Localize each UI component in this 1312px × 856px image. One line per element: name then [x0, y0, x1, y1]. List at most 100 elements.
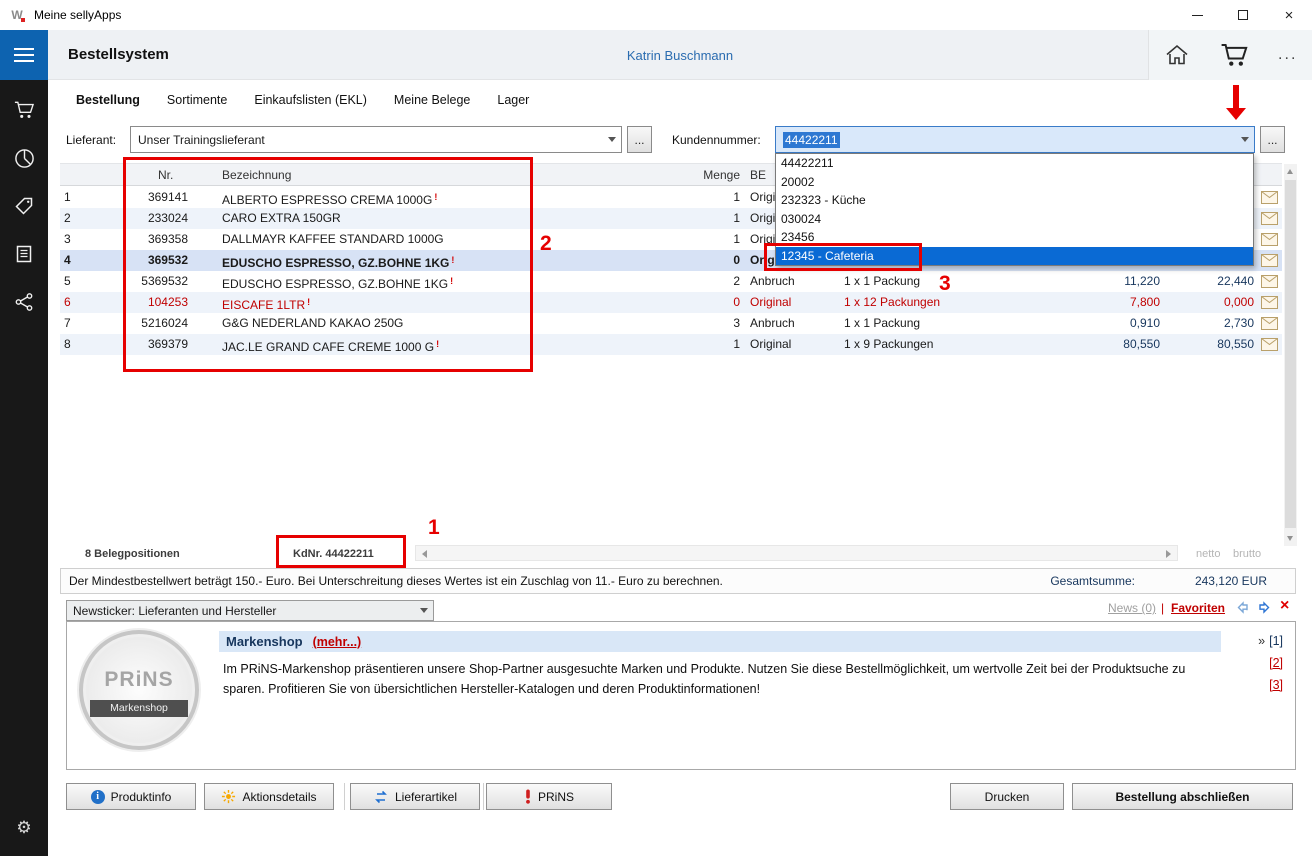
lieferant-more-button[interactable]: ... — [627, 126, 652, 153]
hamburger-menu-icon[interactable] — [0, 30, 48, 80]
table-horizontal-scrollbar[interactable] — [415, 545, 1178, 561]
window-title: Meine sellyApps — [34, 8, 121, 22]
tab-einkaufslisten[interactable]: Einkaufslisten (EKL) — [254, 93, 367, 107]
minimize-button[interactable] — [1174, 0, 1220, 30]
menge-value[interactable]: 1 — [682, 187, 746, 208]
prins-logo-ribbon: Markenshop — [90, 700, 188, 717]
mail-cell[interactable] — [1256, 271, 1282, 292]
mail-cell[interactable] — [1256, 292, 1282, 313]
artikel-nr: 5369532 — [124, 271, 212, 292]
maximize-button[interactable] — [1220, 0, 1266, 30]
dropdown-option[interactable]: 030024 — [776, 210, 1253, 229]
newsticker-combobox[interactable]: Newsticker: Lieferanten und Hersteller — [66, 600, 434, 621]
mail-cell[interactable] — [1256, 229, 1282, 250]
artikel-nr: 369379 — [124, 334, 212, 355]
lieferant-combobox[interactable]: Unser Trainingslieferant — [130, 126, 622, 153]
artikel-bezeichnung: EISCAFE 1LTR! — [212, 292, 592, 313]
lieferant-value: Unser Trainingslieferant — [138, 133, 265, 147]
mindestbestellwert-hint: Der Mindestbestellwert beträgt 150.- Eur… — [61, 574, 723, 588]
menge-value[interactable]: 1 — [682, 208, 746, 229]
dropdown-option[interactable]: 232323 - Küche — [776, 191, 1253, 210]
column-header-bezeichnung[interactable]: Bezeichnung — [212, 164, 592, 185]
dropdown-option[interactable]: 44422211 — [776, 154, 1253, 173]
previous-arrow-icon[interactable] — [1234, 599, 1251, 616]
header-cart-icon[interactable] — [1219, 42, 1249, 68]
sidebar-item-statistics[interactable] — [0, 136, 48, 180]
menge-value[interactable]: 0 — [682, 250, 746, 271]
table-row[interactable]: 7 5216024 G&G NEDERLAND KAKAO 250G 3 Anb… — [60, 313, 1282, 334]
kundennummer-combobox[interactable]: 44422211 — [775, 126, 1255, 153]
chevron-down-icon[interactable] — [415, 608, 433, 613]
dropdown-option[interactable]: 23456 — [776, 228, 1253, 247]
link-separator: | — [1161, 601, 1164, 615]
dropdown-option-selected[interactable]: 12345 - Cafeteria — [776, 247, 1253, 266]
chevron-down-icon[interactable] — [603, 137, 621, 142]
lieferartikel-button[interactable]: Lieferartikel — [350, 783, 480, 810]
produktinfo-button[interactable]: i Produktinfo — [66, 783, 196, 810]
mail-cell[interactable] — [1256, 334, 1282, 355]
news-pager: »[1] [2] [3] — [1258, 634, 1283, 700]
mail-cell[interactable] — [1256, 208, 1282, 229]
menge-value[interactable]: 0 — [682, 292, 746, 313]
news-more-link[interactable]: (mehr...) — [313, 635, 362, 649]
sidebar-item-cart[interactable] — [0, 88, 48, 132]
brutto-label[interactable]: brutto — [1233, 548, 1261, 560]
annotation-arrow — [1233, 85, 1239, 109]
envelope-icon — [1261, 233, 1278, 246]
menge-value[interactable]: 1 — [682, 229, 746, 250]
tab-bestellung[interactable]: Bestellung — [76, 93, 140, 107]
news-link[interactable]: News (0) — [1108, 601, 1156, 615]
page-link-2[interactable]: [2] — [1269, 656, 1283, 670]
prins-button[interactable]: PRiNS — [486, 783, 612, 810]
table-row-warning[interactable]: 6 104253 EISCAFE 1LTR! 0 Original 1 x 12… — [60, 292, 1282, 313]
sidebar-item-aktionen[interactable] — [0, 184, 48, 228]
kundennummer-value: 44422211 — [783, 132, 840, 148]
row-index: 8 — [60, 334, 82, 355]
gesamtpreis: 0,000 — [1160, 292, 1256, 313]
artikel-bezeichnung: DALLMAYR KAFFEE STANDARD 1000G — [212, 229, 592, 250]
mail-cell[interactable] — [1256, 250, 1282, 271]
page-link-1[interactable]: [1] — [1269, 634, 1283, 648]
artikel-bezeichnung: EDUSCHO ESPRESSO, GZ.BOHNE 1KG! — [212, 250, 592, 271]
page-link-3[interactable]: [3] — [1269, 678, 1283, 692]
home-icon[interactable] — [1164, 43, 1190, 67]
table-row[interactable]: 5 5369532 EDUSCHO ESPRESSO, GZ.BOHNE 1KG… — [60, 271, 1282, 292]
kundennummer-more-button[interactable]: ... — [1260, 126, 1285, 153]
favoriten-link[interactable]: Favoriten — [1171, 601, 1225, 615]
chevron-down-icon[interactable] — [1236, 137, 1254, 142]
tab-lager[interactable]: Lager — [497, 93, 529, 107]
column-header-nr[interactable]: Nr. — [124, 164, 212, 185]
tab-meine-belege[interactable]: Meine Belege — [394, 93, 470, 107]
sidebar-item-belege[interactable] — [0, 232, 48, 276]
artikel-bezeichnung: EDUSCHO ESPRESSO, GZ.BOHNE 1KG! — [212, 271, 592, 292]
tag-icon — [14, 196, 34, 216]
sidebar-item-netzwerk[interactable] — [0, 280, 48, 324]
next-arrow-icon[interactable] — [1256, 599, 1273, 616]
close-button[interactable]: × — [1266, 0, 1312, 30]
mail-cell[interactable] — [1256, 187, 1282, 208]
packung-value: 1 x 1 Packung — [828, 313, 958, 334]
user-name[interactable]: Katrin Buschmann — [48, 48, 1312, 63]
column-header-menge[interactable]: Menge — [682, 164, 746, 185]
close-newsticker-icon[interactable]: × — [1280, 598, 1289, 614]
menge-value[interactable]: 1 — [682, 334, 746, 355]
news-title: Markenshop — [219, 634, 303, 649]
aktionsdetails-button[interactable]: Aktionsdetails — [204, 783, 334, 810]
row-index: 1 — [60, 187, 82, 208]
drucken-button[interactable]: Drucken — [950, 783, 1064, 810]
table-row[interactable]: 8 369379 JAC.LE GRAND CAFE CREME 1000 G!… — [60, 334, 1282, 355]
bestellung-abschliessen-button[interactable]: Bestellung abschließen — [1072, 783, 1293, 810]
dropdown-option[interactable]: 20002 — [776, 173, 1253, 192]
netto-label[interactable]: netto — [1196, 548, 1220, 560]
be-value: Original — [746, 292, 828, 313]
sidebar-item-settings[interactable]: ⚙ — [0, 806, 48, 850]
menge-value[interactable]: 2 — [682, 271, 746, 292]
menge-value[interactable]: 3 — [682, 313, 746, 334]
mail-cell[interactable] — [1256, 313, 1282, 334]
table-vertical-scrollbar[interactable] — [1284, 164, 1297, 546]
einzelpreis: 11,220 — [1018, 271, 1160, 292]
tab-sortimente[interactable]: Sortimente — [167, 93, 227, 107]
more-options-icon[interactable]: ... — [1278, 50, 1297, 60]
envelope-icon — [1261, 296, 1278, 309]
warning-icon: ! — [436, 339, 439, 349]
